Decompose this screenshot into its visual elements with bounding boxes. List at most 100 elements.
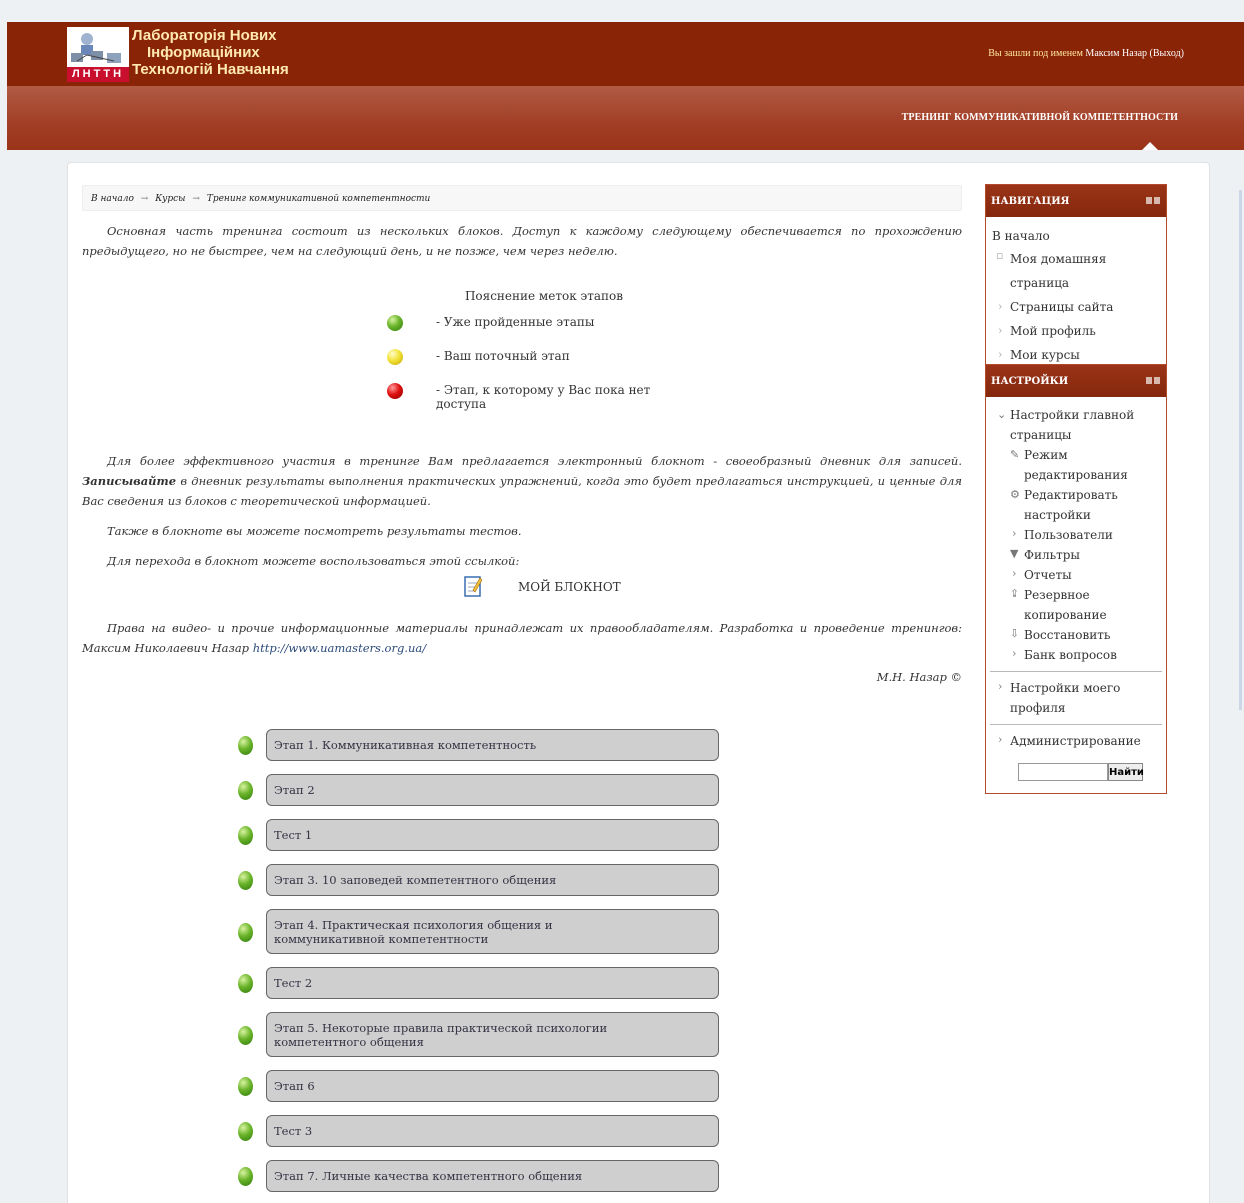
nav-item-site-pages[interactable]: Страницы сайта	[990, 295, 1162, 319]
notebook-link-note: Для перехода в блокнот можете воспользов…	[107, 554, 520, 568]
course-tab[interactable]: ТРЕНИНГ КОММУНИКАТИВНОЙ КОМПЕТЕНТНОСТИ	[902, 112, 1178, 123]
user-name-link[interactable]: Максим Назар	[1085, 48, 1147, 59]
stages-list: Этап 1. Коммуникативная компетентность Э…	[238, 729, 728, 1203]
active-tab-pointer	[1142, 142, 1158, 150]
stage-item: Этап 7. Личные качества компетентного об…	[238, 1160, 728, 1192]
breadcrumb-courses[interactable]: Курсы	[155, 194, 185, 204]
settings-restore-label: Восстановить	[1024, 628, 1111, 642]
stage-link[interactable]: Этап 5. Некоторые правила практической п…	[266, 1012, 719, 1057]
navigation-block-body: В начало Моя домашняя страница Страницы …	[986, 217, 1166, 373]
stage-item: Тест 3	[238, 1115, 728, 1147]
settings-reports[interactable]: › Отчеты	[990, 565, 1162, 585]
nav-item-my-profile[interactable]: Мой профиль	[990, 319, 1162, 343]
legend-row: - Уже пройденные этапы	[379, 307, 699, 341]
settings-reports-label: Отчеты	[1024, 568, 1072, 582]
notebook-link-row[interactable]: МОЙ БЛОКНОТ	[464, 575, 664, 601]
stage-link[interactable]: Тест 3	[266, 1115, 719, 1147]
site-name-line-3: Технологій Навчання	[132, 61, 289, 78]
chevron-right-icon: ›	[1012, 567, 1017, 580]
completed-status-icon	[238, 1077, 253, 1096]
settings-filters-label: Фильтры	[1024, 548, 1080, 562]
stage-link[interactable]: Этап 6	[266, 1070, 719, 1102]
settings-edit-settings-label: Редактировать настройки	[1024, 488, 1118, 522]
completed-status-icon	[238, 736, 253, 755]
site-logo[interactable]: ЛНТТН	[67, 27, 129, 82]
stage-link[interactable]: Этап 7. Личные качества компетентного об…	[266, 1160, 719, 1192]
scrollbar-indicator[interactable]	[1239, 190, 1242, 710]
completed-status-icon	[238, 974, 253, 993]
stage-item: Этап 3. 10 заповедей компетентного общен…	[238, 864, 728, 896]
settings-filters[interactable]: ▼ Фильтры	[990, 545, 1162, 565]
site-header: ЛНТТН Лабораторія Нових Інформаційних Те…	[7, 22, 1244, 86]
notebook-description-part-1: Для более эффективного участия в тренинг…	[107, 454, 962, 468]
stage-item: Этап 1. Коммуникативная компетентность	[238, 729, 728, 761]
settings-administration-label: Администрирование	[1010, 734, 1141, 748]
site-name-line-2: Інформаційних	[147, 44, 260, 61]
rights-text: Права на видео- и прочие информационные …	[82, 618, 962, 658]
my-notebook-link[interactable]: МОЙ БЛОКНОТ	[518, 580, 621, 594]
stage-item: Этап 4. Практическая психология общения …	[238, 909, 728, 954]
settings-edit-mode-label: Режим редактирования	[1024, 448, 1128, 482]
settings-question-bank[interactable]: › Банк вопросов	[990, 645, 1162, 665]
settings-edit-mode[interactable]: ✎ Режим редактирования	[990, 445, 1162, 485]
stage-item: Этап 5. Некоторые правила практической п…	[238, 1012, 728, 1057]
nav-item-my-home[interactable]: Моя домашняя страница	[990, 244, 1162, 295]
pencil-icon: ✎	[1010, 448, 1020, 461]
settings-search-button[interactable]: Найти	[1108, 763, 1144, 781]
settings-users[interactable]: › Пользователи	[990, 525, 1162, 545]
navigation-block-title: НАВИГАЦИЯ	[991, 196, 1070, 207]
stage-item: Этап 2	[238, 774, 728, 806]
breadcrumb-home[interactable]: В начало	[91, 194, 134, 204]
gear-icon: ⚙	[1010, 488, 1020, 501]
logo-mark-letters: ЛНТТН	[71, 68, 125, 80]
settings-restore[interactable]: ⇩ Восстановить	[990, 625, 1162, 645]
red-status-icon	[387, 383, 403, 399]
legend-label: - Этап, к которому у Вас пока нет доступ…	[436, 383, 651, 411]
stage-link[interactable]: Этап 4. Практическая психология общения …	[266, 909, 719, 954]
breadcrumb-current[interactable]: Тренинг коммуникативной компетентности	[207, 194, 431, 204]
navigation-block: НАВИГАЦИЯ В начало Моя домашняя страница…	[985, 184, 1167, 374]
settings-my-profile[interactable]: › Настройки моего профиля	[990, 678, 1162, 718]
chevron-right-icon: ›	[998, 680, 1003, 693]
course-band: ТРЕНИНГ КОММУНИКАТИВНОЙ КОМПЕТЕНТНОСТИ	[7, 86, 1244, 150]
legend-title: Пояснение меток этапов	[464, 289, 624, 303]
settings-main-page[interactable]: ⌄ Настройки главной страницы	[990, 405, 1162, 445]
backup-icon: ⇪	[1010, 587, 1020, 600]
completed-status-icon	[238, 871, 253, 890]
dock-icon[interactable]	[1154, 377, 1160, 384]
collapse-icon[interactable]	[1146, 197, 1152, 204]
site-name[interactable]: Лабораторія Нових Інформаційних Технолог…	[132, 27, 332, 78]
completed-status-icon	[238, 1167, 253, 1186]
green-status-icon	[387, 315, 403, 331]
site-name-line-1: Лабораторія Нових	[132, 27, 277, 44]
settings-block: НАСТРОЙКИ ⌄ Настройки главной страницы ✎…	[985, 364, 1167, 794]
navigation-block-header: НАВИГАЦИЯ	[986, 185, 1166, 217]
settings-administration[interactable]: › Администрирование	[990, 731, 1162, 751]
stage-link[interactable]: Этап 2	[266, 774, 719, 806]
chevron-right-icon: ›	[1012, 527, 1017, 540]
stage-item: Тест 2	[238, 967, 728, 999]
breadcrumb-separator: →	[140, 194, 149, 204]
stage-link[interactable]: Тест 2	[266, 967, 719, 999]
dock-icon[interactable]	[1154, 197, 1160, 204]
completed-status-icon	[238, 781, 253, 800]
author-website-link[interactable]: http://www.uamasters.org.ua/	[253, 641, 426, 655]
block-controls	[1144, 376, 1160, 384]
stage-link[interactable]: Тест 1	[266, 819, 719, 851]
login-prefix: Вы зашли под именем	[988, 48, 1083, 59]
stage-link[interactable]: Этап 3. 10 заповедей компетентного общен…	[266, 864, 719, 896]
nav-home-link[interactable]: В начало	[990, 225, 1162, 247]
rights-text-body: Права на видео- и прочие информационные …	[82, 621, 962, 655]
login-info: Вы зашли под именем Максим Назар (Выход)	[988, 48, 1184, 59]
settings-block-title: НАСТРОЙКИ	[991, 376, 1069, 387]
settings-block-header: НАСТРОЙКИ	[986, 365, 1166, 397]
collapse-icon[interactable]	[1146, 377, 1152, 384]
settings-edit-settings[interactable]: ⚙ Редактировать настройки	[990, 485, 1162, 525]
completed-status-icon	[238, 922, 253, 942]
settings-backup[interactable]: ⇪ Резервное копирование	[990, 585, 1162, 625]
settings-search-input[interactable]	[1018, 763, 1108, 781]
stage-link[interactable]: Этап 1. Коммуникативная компетентность	[266, 729, 719, 761]
logout-link[interactable]: (Выход)	[1150, 48, 1184, 59]
chevron-right-icon: ›	[1012, 647, 1017, 660]
settings-backup-label: Резервное копирование	[1024, 588, 1107, 622]
